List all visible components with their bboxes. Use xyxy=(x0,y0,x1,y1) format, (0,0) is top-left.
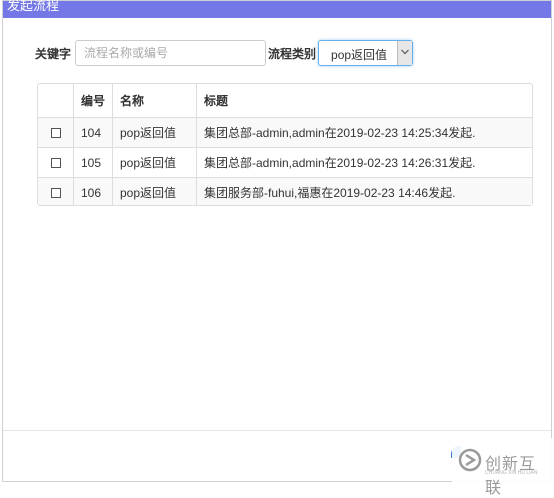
row-title: 集团总部-admin,admin在2019-02-23 14:26:31发起. xyxy=(196,148,532,177)
footer-divider xyxy=(3,430,551,431)
column-header-id: 编号 xyxy=(73,84,112,117)
row-name: pop返回值 xyxy=(112,118,196,147)
row-checkbox[interactable] xyxy=(50,157,61,168)
process-type-label: 流程类别 xyxy=(268,46,317,61)
process-type-select[interactable]: pop返回值 xyxy=(318,40,414,66)
table-row[interactable]: 104 pop返回值 集团总部-admin,admin在2019-02-23 1… xyxy=(38,117,532,147)
dialog-title: 发起流程 xyxy=(7,0,60,13)
row-title: 集团总部-admin,admin在2019-02-23 14:25:34发起. xyxy=(196,118,532,147)
column-header-title: 标题 xyxy=(196,84,532,117)
dialog-header: 发起流程 xyxy=(3,0,551,18)
watermark-logo: 创新互联 CHUANG XIN HU LIAN xyxy=(452,438,552,497)
search-bar: 关键字 流程类别 pop返回值 xyxy=(35,39,414,67)
brand-logo-icon xyxy=(458,448,482,472)
chevron-down-icon[interactable] xyxy=(397,41,413,65)
table-header-row: 编号 名称 标题 xyxy=(38,84,532,117)
column-header-name: 名称 xyxy=(112,84,196,117)
row-name: pop返回值 xyxy=(112,148,196,177)
process-table: 编号 名称 标题 104 pop返回值 集团总部-admin,admin在201… xyxy=(37,83,533,206)
row-id: 105 xyxy=(73,148,112,177)
row-checkbox[interactable] xyxy=(50,127,61,138)
row-title: 集团服务部-fuhui,福惠在2019-02-23 14:46发起. xyxy=(196,178,532,205)
keyword-input[interactable] xyxy=(75,40,267,66)
row-id: 106 xyxy=(73,178,112,205)
keyword-label: 关键字 xyxy=(35,46,72,61)
process-type-value: pop返回值 xyxy=(331,48,388,62)
table-row[interactable]: 106 pop返回值 集团服务部-fuhui,福惠在2019-02-23 14:… xyxy=(38,177,532,205)
row-name: pop返回值 xyxy=(112,178,196,205)
select-all-header xyxy=(38,84,73,117)
start-process-dialog: 发起流程 关键字 流程类别 pop返回值 编号 名称 标题 104 pop返回值… xyxy=(2,0,552,482)
table-row[interactable]: 105 pop返回值 集团总部-admin,admin在2019-02-23 1… xyxy=(38,147,532,177)
row-id: 104 xyxy=(73,118,112,147)
row-checkbox[interactable] xyxy=(50,187,61,198)
watermark-subtitle: CHUANG XIN HU LIAN xyxy=(485,470,538,476)
